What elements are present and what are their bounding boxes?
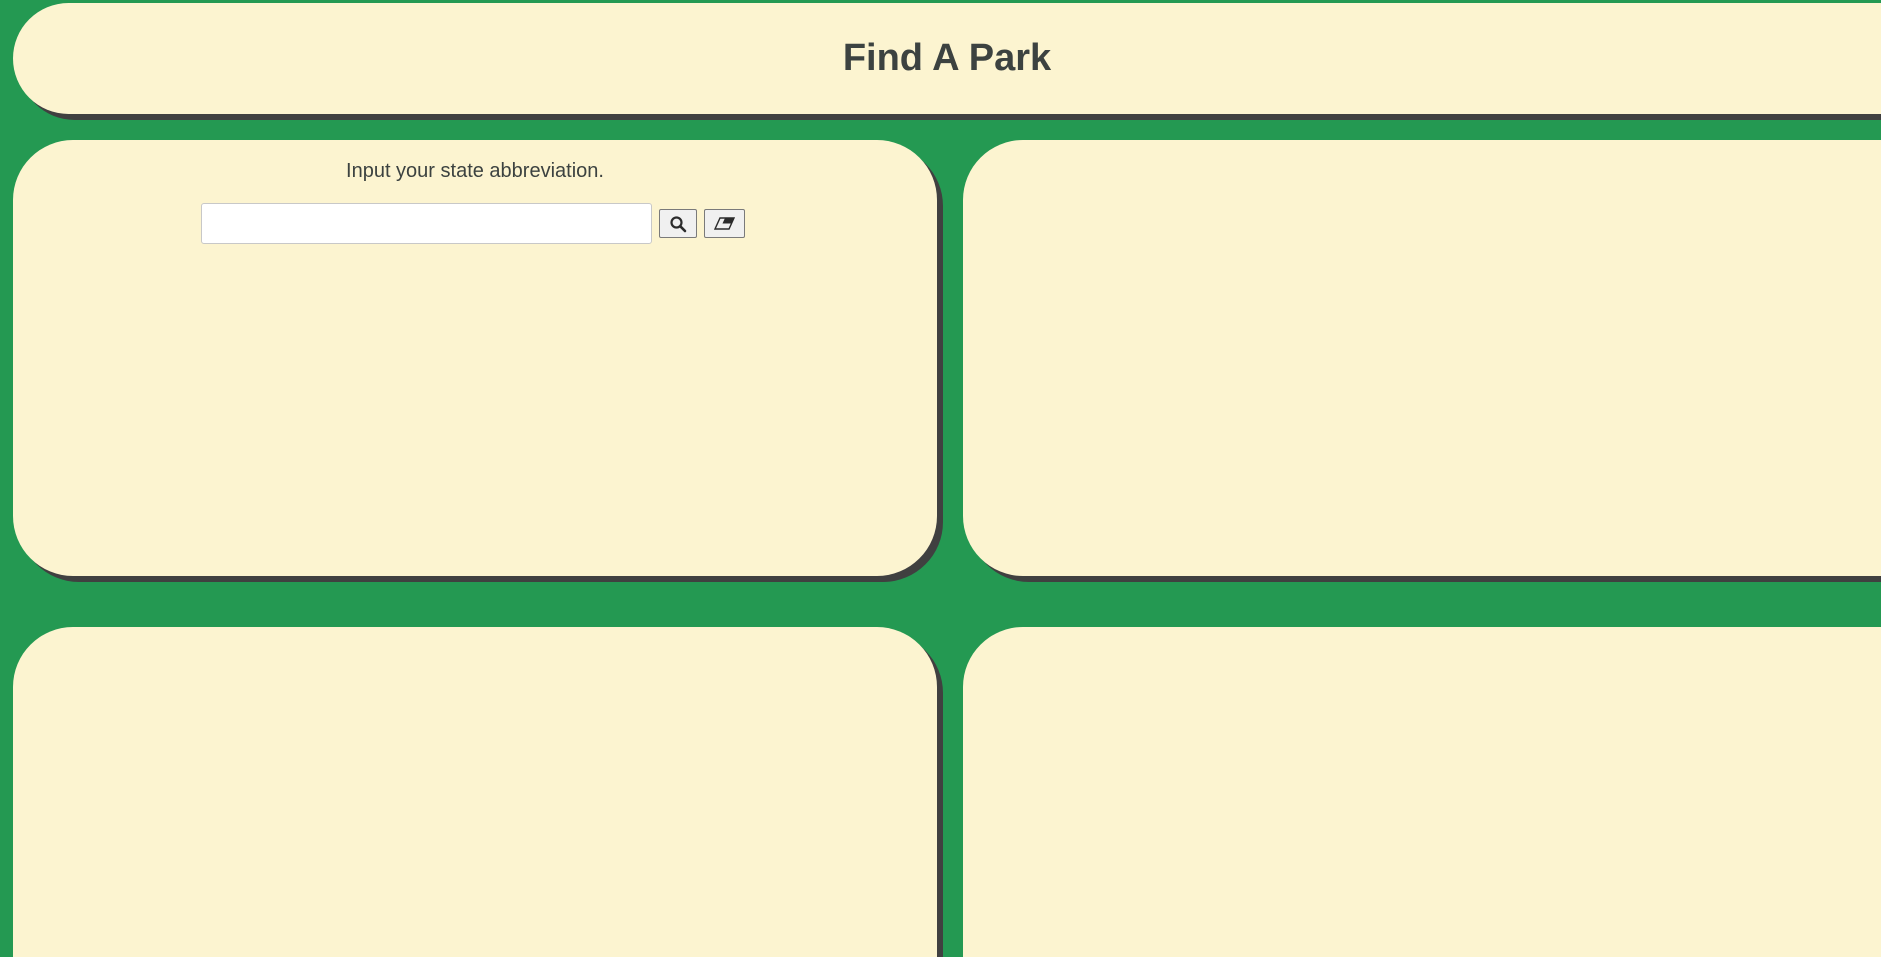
page-header: Find A Park bbox=[13, 3, 1881, 114]
search-prompt: Input your state abbreviation. bbox=[346, 160, 604, 182]
results-panel bbox=[963, 140, 1881, 576]
page-title: Find A Park bbox=[842, 37, 1052, 79]
search-button[interactable] bbox=[659, 209, 697, 238]
clear-button[interactable] bbox=[704, 209, 745, 238]
search-icon bbox=[669, 215, 687, 233]
search-panel: Input your state abbreviation. bbox=[13, 140, 937, 576]
eraser-icon bbox=[713, 216, 736, 231]
details-panel bbox=[13, 627, 937, 957]
state-abbreviation-input[interactable] bbox=[201, 203, 652, 244]
search-row bbox=[201, 203, 745, 244]
map-panel bbox=[963, 627, 1881, 957]
